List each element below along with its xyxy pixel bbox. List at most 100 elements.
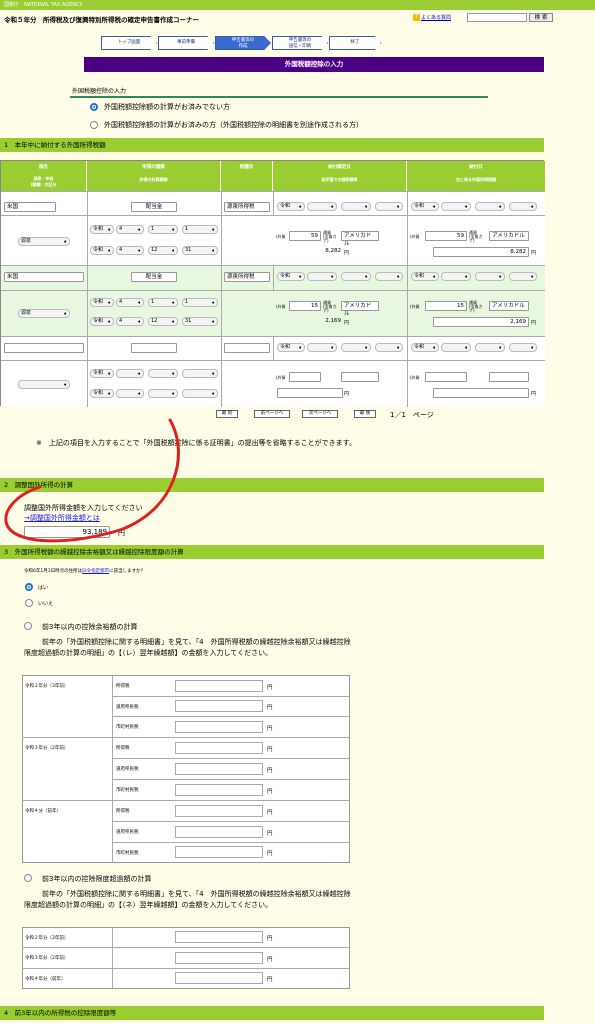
day-select[interactable]: 31: [182, 317, 218, 326]
month-select[interactable]: 1: [148, 298, 178, 307]
foreign-base-input[interactable]: 59: [289, 231, 321, 241]
designated-city-link[interactable]: 旧令指定都市: [82, 569, 109, 574]
day-select[interactable]: 1: [182, 298, 218, 307]
year-select[interactable]: [441, 343, 471, 352]
year-select[interactable]: [307, 272, 337, 281]
amount-input[interactable]: [175, 742, 263, 754]
year-select[interactable]: [116, 389, 144, 398]
yen-tax-input[interactable]: [433, 388, 529, 398]
yen-tax-input[interactable]: 8,282: [433, 247, 529, 257]
era-select[interactable]: 令和: [277, 272, 305, 281]
era-select[interactable]: 令和: [411, 272, 439, 281]
kubun-select[interactable]: 源泉: [18, 309, 70, 318]
next-page-button[interactable]: 次ページへ: [302, 410, 338, 418]
day-select[interactable]: [182, 389, 218, 398]
radio-yes[interactable]: [25, 583, 33, 591]
year-select[interactable]: [307, 202, 337, 211]
income-type-input[interactable]: [131, 343, 177, 353]
year-select[interactable]: 4: [116, 246, 144, 255]
era-select[interactable]: 令和: [90, 225, 114, 234]
day-select[interactable]: 31: [182, 246, 218, 255]
foreign-tax-input[interactable]: 15: [425, 301, 467, 311]
day-select[interactable]: [375, 272, 403, 281]
amount-input[interactable]: [175, 680, 263, 692]
tax-type-input[interactable]: [224, 343, 270, 353]
month-select[interactable]: [475, 343, 505, 352]
foreign-tax-input[interactable]: [425, 372, 467, 382]
yen-base-input[interactable]: [277, 388, 343, 398]
month-select[interactable]: [475, 272, 505, 281]
amount-input[interactable]: [175, 826, 263, 838]
tax-type-input[interactable]: 源泉所得税: [224, 272, 270, 282]
month-select[interactable]: [341, 202, 371, 211]
currency-input[interactable]: アメリカドル: [489, 231, 529, 241]
era-select[interactable]: 令和: [277, 343, 305, 352]
radio-not-calculated[interactable]: [90, 103, 98, 111]
currency-input[interactable]: アメリカドル: [341, 301, 379, 317]
day-select[interactable]: [509, 202, 537, 211]
currency-input[interactable]: [341, 372, 379, 382]
currency-input[interactable]: [489, 372, 529, 382]
amount-input[interactable]: [175, 972, 263, 984]
era-select[interactable]: 令和: [411, 343, 439, 352]
radio-no[interactable]: [25, 599, 33, 607]
adjusted-income-input[interactable]: 93,189: [24, 526, 110, 538]
search-button[interactable]: 検 索: [529, 13, 553, 22]
question-icon[interactable]: ?: [413, 14, 420, 21]
search-input[interactable]: [467, 13, 527, 22]
era-select[interactable]: 令和: [90, 369, 114, 378]
day-select[interactable]: [375, 343, 403, 352]
era-select[interactable]: 令和: [90, 246, 114, 255]
year-select[interactable]: [441, 272, 471, 281]
foreign-base-input[interactable]: [289, 372, 321, 382]
tax-type-input[interactable]: 源泉所得税: [224, 202, 270, 212]
faq-link[interactable]: よくある質問: [421, 14, 451, 21]
amount-input[interactable]: [175, 721, 263, 733]
amount-input[interactable]: [175, 763, 263, 775]
month-select[interactable]: [148, 389, 178, 398]
amount-input[interactable]: [175, 952, 263, 964]
era-select[interactable]: 令和: [90, 298, 114, 307]
country-input[interactable]: [4, 343, 84, 353]
era-select[interactable]: 令和: [277, 202, 305, 211]
radio-calculated[interactable]: [90, 121, 98, 129]
prev-page-button[interactable]: 前ページへ: [254, 410, 290, 418]
foreign-base-input[interactable]: 15: [289, 301, 321, 311]
day-select[interactable]: 1: [182, 225, 218, 234]
amount-input[interactable]: [175, 784, 263, 796]
month-select[interactable]: [148, 369, 178, 378]
month-select[interactable]: [341, 343, 371, 352]
income-type-input[interactable]: 配当金: [131, 272, 177, 282]
income-type-input[interactable]: 配当金: [131, 202, 177, 212]
country-input[interactable]: 米国: [4, 272, 84, 282]
adjusted-income-link[interactable]: →調整国外所得金額とは: [24, 513, 100, 523]
era-select[interactable]: 令和: [90, 389, 114, 398]
day-select[interactable]: [182, 369, 218, 378]
year-select[interactable]: [307, 343, 337, 352]
yen-tax-input[interactable]: 2,169: [433, 317, 529, 327]
amount-input[interactable]: [175, 931, 263, 943]
last-page-button[interactable]: 最 後: [354, 410, 376, 418]
month-select[interactable]: 12: [148, 246, 178, 255]
month-select[interactable]: 1: [148, 225, 178, 234]
year-select[interactable]: [441, 202, 471, 211]
country-input[interactable]: 米国: [4, 202, 56, 212]
amount-input[interactable]: [175, 700, 263, 712]
radio-yoyu[interactable]: [24, 622, 32, 630]
radio-chokai[interactable]: [24, 874, 32, 882]
year-select[interactable]: 4: [116, 225, 144, 234]
kubun-select[interactable]: [18, 380, 70, 389]
era-select[interactable]: 令和: [90, 317, 114, 326]
amount-input[interactable]: [175, 846, 263, 858]
amount-input[interactable]: [175, 805, 263, 817]
currency-input[interactable]: アメリカドル: [341, 231, 379, 247]
era-select[interactable]: 令和: [411, 202, 439, 211]
first-page-button[interactable]: 最 初: [216, 410, 238, 418]
year-select[interactable]: 4: [116, 298, 144, 307]
month-select[interactable]: 12: [148, 317, 178, 326]
kubun-select[interactable]: 源泉: [18, 237, 70, 246]
year-select[interactable]: [116, 369, 144, 378]
day-select[interactable]: [509, 272, 537, 281]
month-select[interactable]: [341, 272, 371, 281]
foreign-tax-input[interactable]: 59: [425, 231, 467, 241]
